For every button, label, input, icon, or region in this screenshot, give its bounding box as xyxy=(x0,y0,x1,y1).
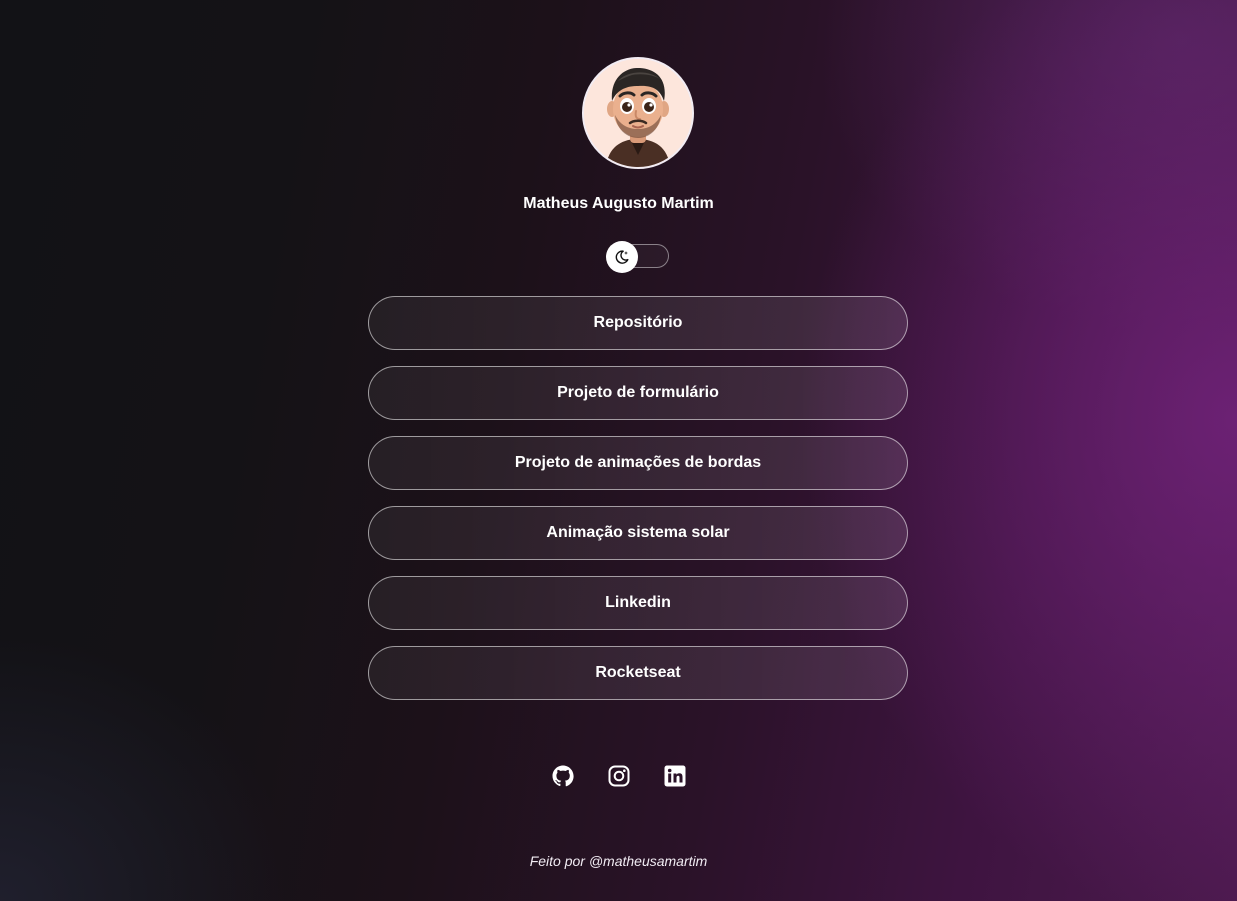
footer-credit: Feito por @matheusamartim xyxy=(529,853,708,869)
page: Matheus Augusto Martim Repositório Proje… xyxy=(0,0,1237,901)
list-item: Animação sistema solar xyxy=(368,506,908,560)
theme-toggle-switch[interactable] xyxy=(606,241,669,273)
instagram-link[interactable] xyxy=(607,764,631,788)
list-item: Projeto de formulário xyxy=(368,366,908,420)
link-projeto-animacoes-bordas-button[interactable]: Projeto de animações de bordas xyxy=(368,436,908,490)
list-item: Projeto de animações de bordas xyxy=(368,436,908,490)
list-item: Linkedin xyxy=(368,576,908,630)
link-animacao-sistema-solar-button[interactable]: Animação sistema solar xyxy=(368,506,908,560)
github-icon xyxy=(552,765,574,787)
social-links xyxy=(0,764,1237,788)
list-item: Repositório xyxy=(368,296,908,350)
list-item: Rocketseat xyxy=(368,646,908,700)
linkedin-icon xyxy=(664,765,685,787)
instagram-icon xyxy=(608,765,629,787)
avatar xyxy=(582,57,694,169)
linkedin-link[interactable] xyxy=(663,764,687,788)
theme-toggle-knob[interactable] xyxy=(606,241,638,273)
link-list: Repositório Projeto de formulário Projet… xyxy=(368,296,908,716)
github-link[interactable] xyxy=(551,764,575,788)
profile-name: Matheus Augusto Martim xyxy=(523,195,714,212)
link-projeto-formulario-button[interactable]: Projeto de formulário xyxy=(368,366,908,420)
link-rocketseat-button[interactable]: Rocketseat xyxy=(368,646,908,700)
link-repositorio-button[interactable]: Repositório xyxy=(368,296,908,350)
link-linkedin-button[interactable]: Linkedin xyxy=(368,576,908,630)
memoji-avatar-icon xyxy=(584,59,692,167)
moon-stars-icon xyxy=(615,250,629,264)
